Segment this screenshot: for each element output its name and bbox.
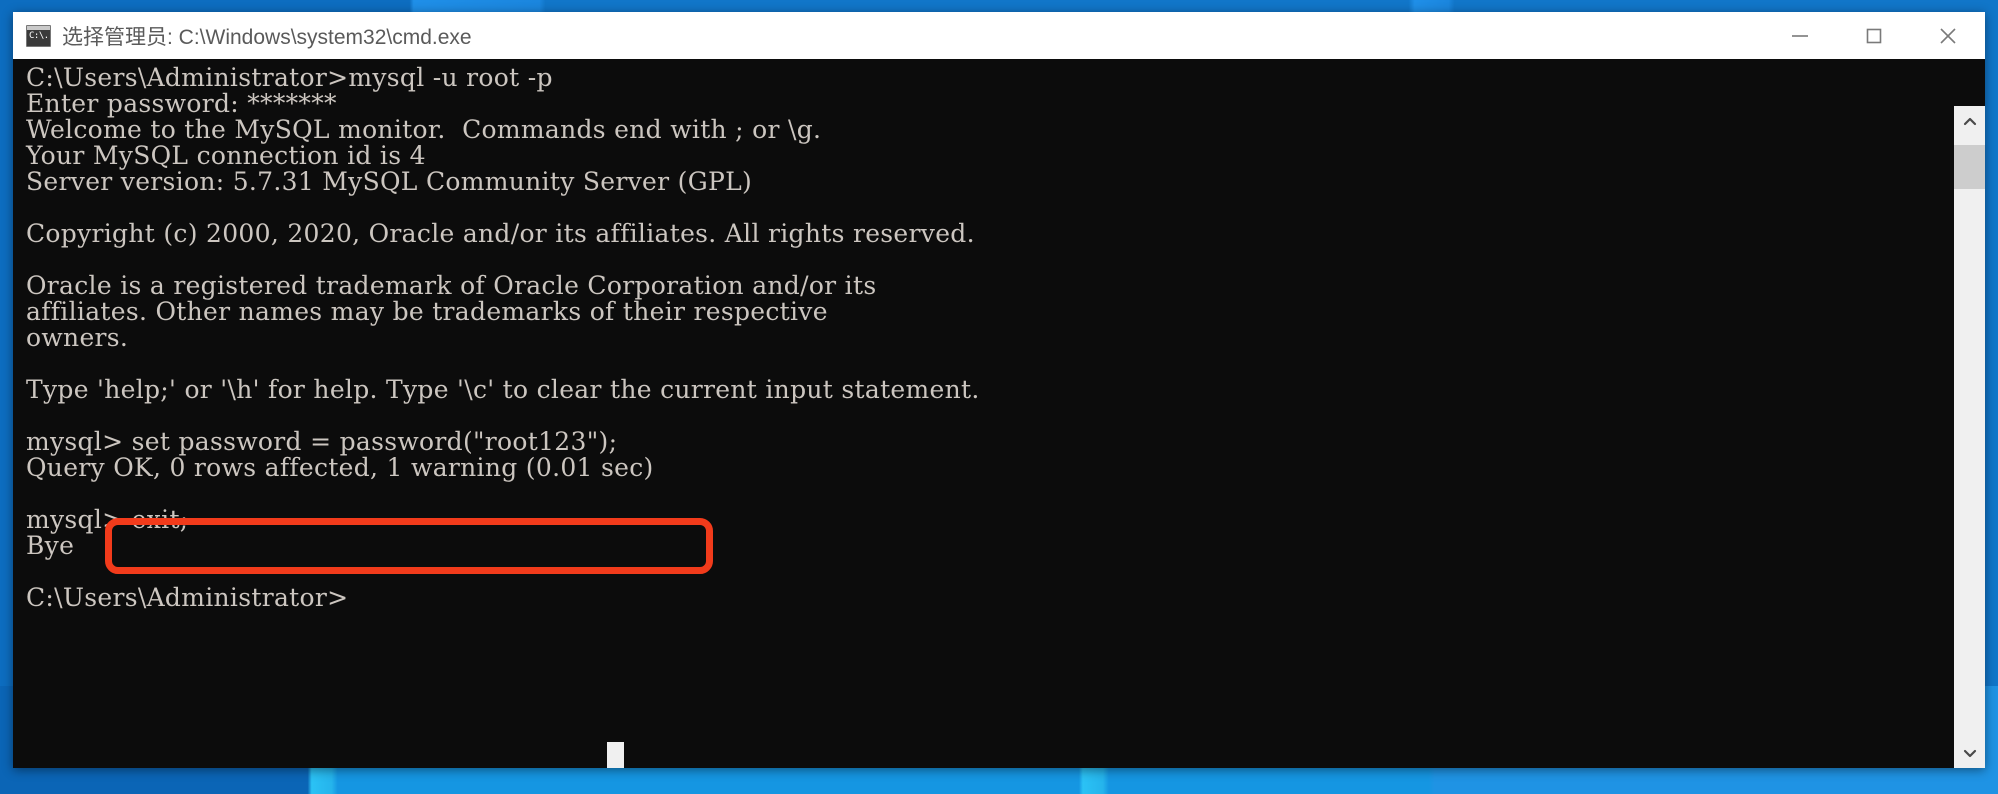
scroll-up-arrow-icon[interactable] [1954, 106, 1985, 137]
scrollbar-track[interactable] [1954, 137, 1985, 737]
text-cursor [607, 742, 624, 768]
maximize-button[interactable] [1837, 12, 1911, 59]
console-text: C:\Users\Administrator>mysql -u root -p … [26, 63, 980, 612]
minimize-button[interactable] [1763, 12, 1837, 59]
terminal-output-area[interactable]: C:\Users\Administrator>mysql -u root -p … [13, 59, 1985, 768]
command-prompt-window: C:\. 选择管理员: C:\Windows\system32\cmd.exe … [13, 12, 1985, 768]
title-bar-left: C:\. 选择管理员: C:\Windows\system32\cmd.exe [13, 12, 1763, 59]
vertical-scrollbar[interactable] [1954, 106, 1985, 768]
window-title-bar[interactable]: C:\. 选择管理员: C:\Windows\system32\cmd.exe [13, 12, 1985, 59]
close-button[interactable] [1911, 12, 1985, 59]
scroll-down-arrow-icon[interactable] [1954, 737, 1985, 768]
cmd-icon-glyph: C:\. [29, 30, 49, 41]
window-title: 选择管理员: C:\Windows\system32\cmd.exe [62, 25, 472, 49]
cmd-icon: C:\. [26, 24, 51, 47]
scrollbar-thumb[interactable] [1954, 145, 1985, 189]
